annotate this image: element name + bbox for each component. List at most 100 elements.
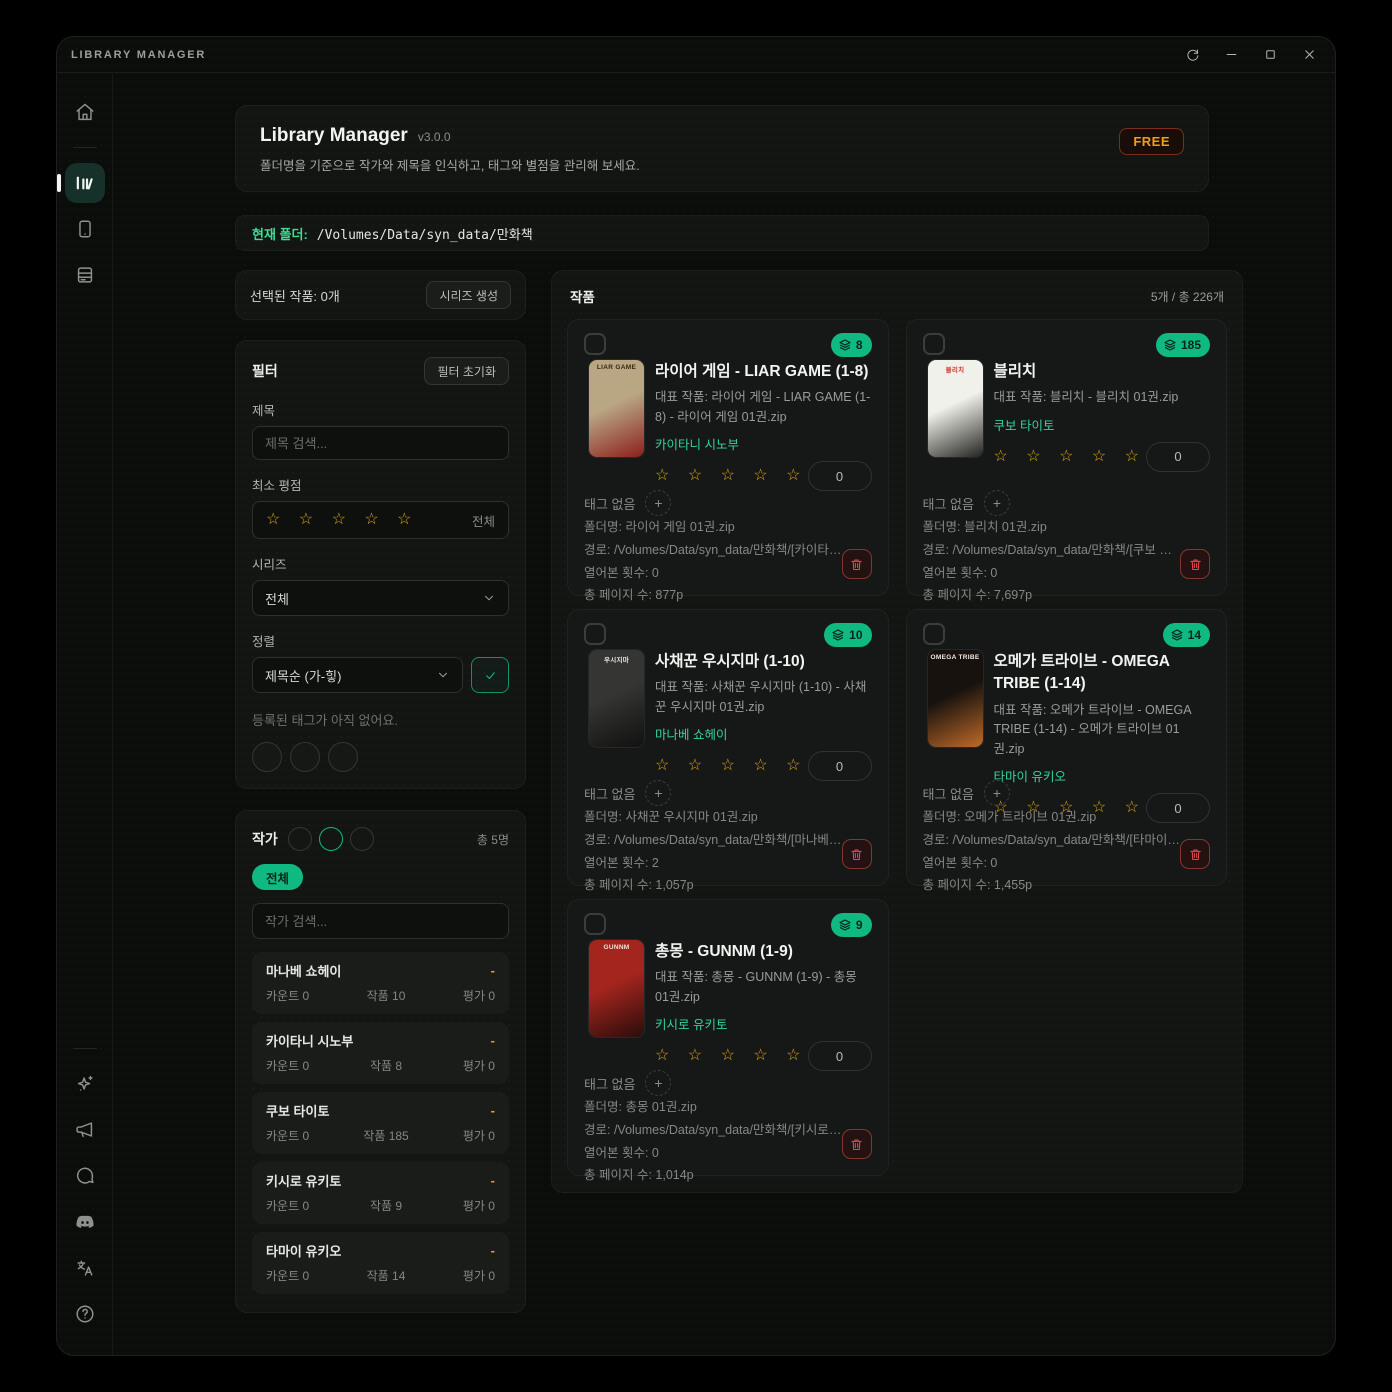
rating-stars[interactable]: ☆ ☆ ☆ ☆ ☆ [266, 512, 419, 528]
sidebar-item-discord[interactable] [65, 1202, 105, 1242]
cover-label: 우시지마 [589, 654, 644, 664]
close-icon[interactable] [1302, 47, 1317, 62]
work-author-link[interactable]: 키시로 유키토 [655, 1014, 872, 1033]
author-all-chip[interactable]: 전체 [252, 864, 303, 890]
sidebar-divider [73, 1048, 97, 1049]
minimize-icon[interactable] [1224, 47, 1239, 62]
current-folder-path: /Volumes/Data/syn_data/만화책 [317, 224, 533, 243]
work-select-checkbox[interactable] [584, 333, 606, 355]
work-select-checkbox[interactable] [923, 623, 945, 645]
author-card: 작가 총 5명 전체 마나베 쇼헤이 - 카운트 0 작품 10 평가 0 카이… [235, 810, 526, 1313]
author-rating-dash: - [491, 1173, 495, 1188]
author-name: 카이타니 시노부 [266, 1031, 353, 1050]
cover-thumbnail[interactable]: 우시지마 [589, 650, 644, 747]
current-folder-bar: 현재 폴더: /Volumes/Data/syn_data/만화책 [235, 215, 1209, 251]
work-author-link[interactable]: 카이타니 시노부 [655, 434, 872, 453]
volume-count: 9 [856, 918, 863, 932]
author-search-input[interactable] [252, 903, 509, 939]
volume-count-badge: 8 [831, 333, 872, 357]
rating-stars[interactable]: ☆ ☆ ☆ ☆ ☆ [655, 1048, 808, 1064]
sidebar-item-whats-new[interactable] [65, 1064, 105, 1104]
add-tag-button[interactable]: + [645, 490, 671, 516]
quick-filter-chip[interactable] [252, 742, 282, 772]
author-name: 쿠보 타이토 [266, 1101, 329, 1120]
work-folder-name: 폴더명: 블리치 01권.zip [923, 516, 1183, 539]
work-representative: 대표 작품: 블리치 - 블리치 01권.zip [994, 388, 1211, 407]
cover-thumbnail[interactable]: LIAR GAME [589, 360, 644, 457]
add-tag-button[interactable]: + [645, 1070, 671, 1096]
sidebar-item-library[interactable] [65, 163, 105, 203]
rating-stars[interactable]: ☆ ☆ ☆ ☆ ☆ [655, 758, 808, 774]
trash-icon [1188, 847, 1203, 862]
maximize-icon[interactable] [1263, 47, 1278, 62]
sidebar-item-reader[interactable] [65, 209, 105, 249]
sort-select[interactable]: 제목순 (가-힣) [252, 657, 463, 693]
screen: LIBRARY MANAGER [0, 0, 1392, 1392]
quick-filter-chip[interactable] [290, 742, 320, 772]
title-search-input[interactable] [252, 426, 509, 460]
work-path: 경로: /Volumes/Data/syn_data/만화책/[마나베 쇼헤..… [584, 829, 844, 852]
delete-work-button[interactable] [842, 839, 872, 869]
add-tag-button[interactable]: + [645, 780, 671, 806]
tag-empty-label: 태그 없음 [923, 784, 974, 803]
work-author-link[interactable]: 쿠보 타이토 [994, 415, 1211, 434]
rating-stars[interactable]: ☆ ☆ ☆ ☆ ☆ [994, 449, 1147, 465]
refresh-icon[interactable] [1185, 47, 1200, 62]
filter-reset-button[interactable]: 필터 초기화 [424, 357, 509, 385]
main-content: Library Manager v3.0.0 폴더명을 기준으로 작가와 제목을… [113, 73, 1335, 1355]
author-total: 총 5명 [477, 831, 509, 848]
megaphone-icon [74, 1119, 96, 1141]
author-sort-chips [288, 827, 374, 851]
layers-icon [838, 918, 852, 932]
work-select-checkbox[interactable] [584, 623, 606, 645]
delete-work-button[interactable] [842, 549, 872, 579]
cover-thumbnail[interactable]: GUNNM [589, 940, 644, 1037]
work-page-count: 총 페이지 수: 1,057p [584, 874, 844, 897]
author-works: 작품 8 [370, 1057, 402, 1074]
author-row[interactable]: 타마이 유키오 - 카운트 0 작품 14 평가 0 [252, 1232, 509, 1294]
check-icon [484, 669, 497, 682]
author-row[interactable]: 카이타니 시노부 - 카운트 0 작품 8 평가 0 [252, 1022, 509, 1084]
sidebar-item-home[interactable] [65, 92, 105, 132]
work-page-count: 총 페이지 수: 1,014p [584, 1164, 844, 1187]
sidebar-item-collections[interactable] [65, 255, 105, 295]
author-sort-chip[interactable] [319, 827, 343, 851]
work-path: 경로: /Volumes/Data/syn_data/만화책/[타마이 유키..… [923, 829, 1183, 852]
add-tag-button[interactable]: + [984, 780, 1010, 806]
sidebar-item-feedback[interactable] [65, 1156, 105, 1196]
author-row[interactable]: 키시로 유키토 - 카운트 0 작품 9 평가 0 [252, 1162, 509, 1224]
create-series-button[interactable]: 시리즈 생성 [426, 281, 511, 309]
volume-count: 10 [849, 628, 862, 642]
cover-thumbnail[interactable]: OMEGA TRIBE [928, 650, 983, 747]
sort-direction-button[interactable] [471, 657, 509, 693]
volume-count-badge: 185 [1156, 333, 1210, 357]
chat-bubble-icon [74, 1165, 96, 1187]
author-count: 카운트 0 [266, 987, 309, 1004]
delete-work-button[interactable] [1180, 839, 1210, 869]
app-title: LIBRARY MANAGER [71, 49, 206, 61]
rating-value: 0 [808, 1041, 872, 1071]
chevron-down-icon [436, 668, 450, 682]
add-tag-button[interactable]: + [984, 490, 1010, 516]
tag-empty-label: 태그 없음 [923, 494, 974, 513]
author-row[interactable]: 쿠보 타이토 - 카운트 0 작품 185 평가 0 [252, 1092, 509, 1154]
work-path: 경로: /Volumes/Data/syn_data/만화책/[키시로 유키..… [584, 1119, 844, 1142]
author-sort-chip[interactable] [350, 827, 374, 851]
author-sort-chip[interactable] [288, 827, 312, 851]
work-select-checkbox[interactable] [923, 333, 945, 355]
cover-thumbnail[interactable]: 블리치 [928, 360, 983, 457]
work-select-checkbox[interactable] [584, 913, 606, 935]
sidebar-item-announcements[interactable] [65, 1110, 105, 1150]
series-select[interactable]: 전체 [252, 580, 509, 616]
sidebar-item-help[interactable] [65, 1294, 105, 1334]
work-author-link[interactable]: 마나베 쇼헤이 [655, 724, 872, 743]
delete-work-button[interactable] [842, 1129, 872, 1159]
author-row[interactable]: 마나베 쇼헤이 - 카운트 0 작품 10 평가 0 [252, 952, 509, 1014]
quick-filter-chip[interactable] [328, 742, 358, 772]
titlebar: LIBRARY MANAGER [57, 37, 1335, 73]
sidebar-item-language[interactable] [65, 1248, 105, 1288]
work-representative: 대표 작품: 총몽 - GUNNM (1-9) - 총몽 01권.zip [655, 968, 872, 1007]
delete-work-button[interactable] [1180, 549, 1210, 579]
work-representative: 대표 작품: 사채꾼 우시지마 (1-10) - 사채꾼 우시지마 01권.zi… [655, 678, 872, 717]
rating-stars[interactable]: ☆ ☆ ☆ ☆ ☆ [655, 468, 808, 484]
